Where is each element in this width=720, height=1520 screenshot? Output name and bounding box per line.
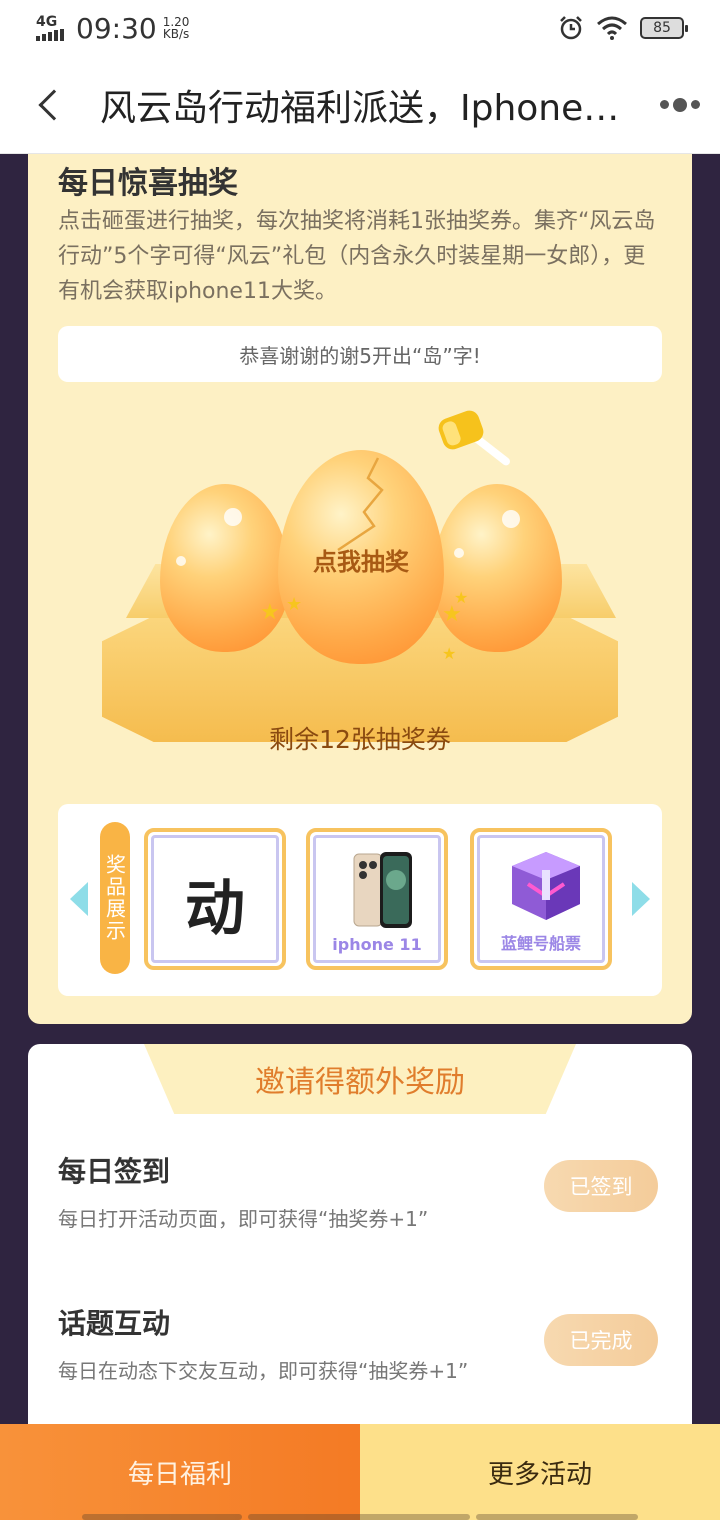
alarm-icon	[560, 16, 582, 40]
status-bar: 4G 09:30 1.20 KB/s 85	[0, 0, 720, 56]
tab-daily-welfare[interactable]: 每日福利	[0, 1424, 360, 1520]
prize-item-iphone[interactable]: iphone 11	[306, 828, 448, 970]
task-desc: 每日在动态下交友互动，即可获得“抽奖券+1”	[58, 1359, 469, 1383]
treasure-box-icon	[512, 852, 580, 920]
invite-ribbon: 邀请得额外奖励	[144, 1044, 576, 1114]
tab-more-activities[interactable]: 更多活动	[360, 1424, 720, 1520]
prize-item-ticket[interactable]: 蓝鲤号船票	[470, 828, 612, 970]
prize-item-char[interactable]: 动	[144, 828, 286, 970]
clock: 09:30	[76, 11, 157, 45]
topic-complete-button[interactable]: 已完成	[544, 1314, 658, 1366]
egg-center-button[interactable]: 点我抽奖	[278, 450, 444, 664]
next-arrow-icon[interactable]	[632, 882, 650, 916]
prize-label: 蓝鲤号船票	[500, 934, 581, 953]
prize-tag: 奖品展示	[100, 822, 130, 974]
wifi-icon	[597, 16, 627, 40]
task-desc: 每日打开活动页面，即可获得“抽奖券+1”	[58, 1207, 429, 1231]
star-icon: ★	[286, 594, 303, 615]
status-left: 4G 09:30 1.20 KB/s	[36, 12, 189, 45]
page-title: 风云岛行动福利派送，Iphone…	[100, 87, 620, 129]
nav-header: 风云岛行动福利派送，Iphone…	[0, 56, 720, 154]
draw-button-label: 点我抽奖	[313, 548, 409, 576]
star-icon: ★	[454, 588, 469, 607]
back-button[interactable]	[0, 56, 100, 154]
egg-stage: 点我抽奖 ★ ★ ★ ★ ★ 剩余12张抽奖券	[28, 384, 692, 784]
bottom-tab-bar: 每日福利 更多活动	[0, 1424, 720, 1520]
star-icon: ★	[260, 600, 280, 625]
battery-level: 85	[653, 20, 671, 36]
nav-indicator	[82, 1514, 242, 1520]
task-topic: 话题互动 每日在动态下交友互动，即可获得“抽奖券+1” 已完成	[58, 1302, 658, 1388]
hammer-icon	[438, 410, 510, 466]
egg-left[interactable]	[160, 484, 290, 652]
network-type: 4G	[36, 14, 58, 30]
star-icon: ★	[442, 644, 457, 663]
status-right: 85	[558, 15, 688, 41]
invite-card: 邀请得额外奖励 每日签到 每日打开活动页面，即可获得“抽奖券+1” 已签到 话题…	[28, 1044, 692, 1444]
task-checkin: 每日签到 每日打开活动页面，即可获得“抽奖券+1” 已签到	[58, 1150, 658, 1236]
speed-unit: KB/s	[162, 27, 190, 41]
lottery-card: 每日惊喜抽奖 点击砸蛋进行抽奖，每次抽奖将消耗1张抽奖券。集齐“风云岛行动”5个…	[28, 154, 692, 1024]
nav-indicator	[248, 1514, 470, 1520]
iphone-icon	[353, 852, 412, 928]
back-chevron-icon	[38, 88, 70, 121]
invite-ribbon-text: 邀请得额外奖励	[255, 1065, 465, 1100]
prize-char: 动	[185, 874, 245, 944]
battery-icon: 85	[640, 17, 688, 39]
prize-showcase: 奖品展示 动 iphone 11 蓝鲤号船票	[58, 804, 662, 996]
signal-icon: 4G	[36, 15, 70, 41]
tickets-remaining: 剩余12张抽奖券	[269, 725, 451, 754]
prize-label: iphone 11	[332, 935, 422, 954]
more-dots-icon	[660, 100, 669, 109]
prev-arrow-icon[interactable]	[70, 882, 88, 916]
checkin-button[interactable]: 已签到	[544, 1160, 658, 1212]
more-button[interactable]	[640, 56, 720, 154]
nav-indicator	[476, 1514, 638, 1520]
network-speed: 1.20 KB/s	[163, 16, 190, 40]
